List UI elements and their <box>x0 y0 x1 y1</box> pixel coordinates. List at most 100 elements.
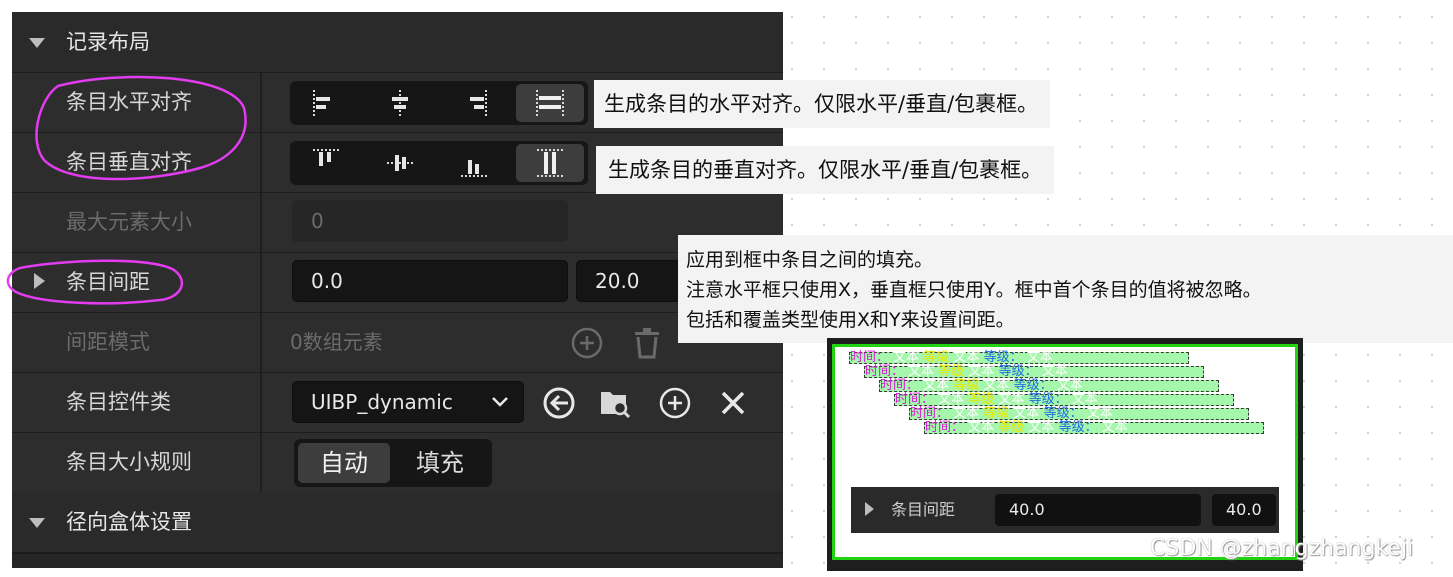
preview-item-text: 时间： <box>865 364 905 379</box>
preview-item: 时间： 文本 等级 文本 等级： 文本 <box>909 406 1249 421</box>
fill-vertical-icon <box>537 149 563 177</box>
example-spacing-x-input[interactable]: 40.0 <box>995 494 1201 526</box>
preview-item-text: 文本 <box>964 420 999 435</box>
preview-item: 时间： 文本 等级 文本 等级： 文本 <box>924 420 1264 435</box>
category-header-layout[interactable]: 记录布局 <box>12 12 783 73</box>
align-fill-vertical-button[interactable] <box>516 144 584 182</box>
align-fill-horizontal-button[interactable] <box>516 84 584 122</box>
preview-item-text: 文本 <box>1037 364 1068 379</box>
preview-item-text: 等级 <box>998 420 1025 435</box>
preview-item-text: 等级 <box>923 350 950 365</box>
align-left-icon <box>313 90 330 116</box>
spacing-x-input[interactable]: 0.0 <box>292 260 568 302</box>
use-selected-arrow-icon <box>543 387 575 419</box>
row-label: 条目垂直对齐 <box>66 150 192 174</box>
preview-item-text: 文本 <box>1097 420 1128 435</box>
align-right-button[interactable] <box>440 84 508 122</box>
preview-item-text: 等级 <box>968 392 995 407</box>
widget-class-value: UIBP_dynamic <box>311 390 453 414</box>
category-header-radial-box[interactable]: 径向盒体设置 <box>12 492 783 553</box>
expand-arrow-icon[interactable] <box>865 502 874 516</box>
row-label: 条目大小规则 <box>66 450 192 474</box>
plus-circle-icon <box>659 387 691 419</box>
preview-item: 时间： 文本 等级 文本 等级： 文本 <box>864 364 1204 379</box>
fill-horizontal-icon <box>536 90 564 116</box>
clear-array-button[interactable] <box>630 326 664 360</box>
chevron-down-icon <box>492 397 508 407</box>
array-count-text: 0数组元素 <box>290 330 383 354</box>
trash-icon <box>635 328 659 359</box>
preview-item: 时间： 文本 等级 文本 等级： 文本 <box>879 378 1219 393</box>
max-size-input[interactable]: 0 <box>292 200 568 242</box>
preview-item-text: 文本 <box>979 378 1014 393</box>
preview-item-text: 文本 <box>1009 406 1044 421</box>
plus-circle-icon <box>571 327 603 359</box>
wrap-box-preview: 时间： 文本 等级 文本 等级： 文本 时间： 文本 等级 文本 等级： 文本 时间… <box>832 344 1298 560</box>
preview-item-text: 等级 <box>953 378 980 393</box>
preview-item-text: 等级： <box>1043 406 1083 421</box>
example-spacing-y-input[interactable]: 40.0 <box>1212 494 1276 526</box>
preview-item-text: 时间： <box>895 392 935 407</box>
preview-item-text: 文本 <box>889 350 924 365</box>
row-item-widget-class: 条目控件类 UIBP_dynamic <box>12 372 783 433</box>
browse-asset-button[interactable] <box>598 386 632 420</box>
preview-item-text: 时间： <box>880 378 920 393</box>
spacing-y-value: 20.0 <box>595 269 640 293</box>
add-element-button[interactable] <box>570 326 604 360</box>
preview-item: 时间： 文本 等级 文本 等级： 文本 <box>894 392 1234 407</box>
example-spacing-row: 条目间距 40.0 40.0 <box>851 487 1279 533</box>
row-label: 最大元素大小 <box>66 210 192 234</box>
example-spacing-x-value: 40.0 <box>1009 500 1045 519</box>
category-title: 记录布局 <box>66 30 150 54</box>
preview-item-text: 等级： <box>1013 378 1053 393</box>
tooltip-line: 注意水平框只使用X，垂直框只使用Y。框中首个条目的值将被忽略。 <box>686 279 1262 301</box>
vertical-alignment-group <box>290 141 588 185</box>
align-middle-button[interactable] <box>366 144 434 182</box>
preview-item-text: 等级： <box>1028 392 1068 407</box>
row-max-element-size: 最大元素大小 0 <box>12 192 783 253</box>
preview-item-text: 等级： <box>983 350 1023 365</box>
collapse-arrow-icon[interactable] <box>29 38 45 48</box>
row-item-size-rule: 条目大小规则 自动 填充 <box>12 432 783 493</box>
align-top-button[interactable] <box>292 144 360 182</box>
clear-button[interactable] <box>716 386 750 420</box>
horizontal-alignment-group <box>290 81 588 125</box>
collapse-arrow-icon[interactable] <box>29 518 45 528</box>
expand-arrow-icon[interactable] <box>34 273 45 289</box>
example-spacing-y-value: 40.0 <box>1226 500 1262 519</box>
preview-item-text: 文本 <box>949 406 984 421</box>
create-asset-button[interactable] <box>658 386 692 420</box>
tooltip-line: 应用到框中条目之间的填充。 <box>686 249 934 271</box>
widget-class-dropdown[interactable]: UIBP_dynamic <box>292 381 524 423</box>
row-label: 条目控件类 <box>66 390 171 414</box>
size-rule-toggle: 自动 填充 <box>294 439 492 487</box>
align-center-icon <box>392 90 408 116</box>
align-left-button[interactable] <box>292 84 360 122</box>
tooltip-line: 包括和覆盖类型使用X和Y来设置间距。 <box>686 309 1015 331</box>
preview-item-text: 文本 <box>1024 420 1059 435</box>
align-middle-icon <box>387 155 413 171</box>
preview-item-text: 等级： <box>998 364 1038 379</box>
use-selected-button[interactable] <box>542 386 576 420</box>
close-icon <box>721 391 745 415</box>
preview-item-text: 文本 <box>964 364 999 379</box>
preview-item-text: 文本 <box>904 364 939 379</box>
preview-item-text: 等级： <box>1058 420 1098 435</box>
preview-item-text: 等级 <box>983 406 1010 421</box>
preview-item-text: 文本 <box>994 392 1029 407</box>
example-spacing-label: 条目间距 <box>891 500 956 519</box>
align-center-button[interactable] <box>366 84 434 122</box>
align-bottom-button[interactable] <box>440 144 508 182</box>
size-rule-auto-option[interactable]: 自动 <box>298 443 390 483</box>
watermark: CSDN @zhangzhangkeji <box>1150 536 1414 561</box>
preview-item-text: 等级 <box>938 364 965 379</box>
preview-item-text: 文本 <box>1052 378 1083 393</box>
row-label: 条目间距 <box>66 270 150 294</box>
align-right-icon <box>470 90 487 116</box>
preview-item-text: 文本 <box>949 350 984 365</box>
tooltip-vertical-alignment: 生成条目的垂直对齐。仅限水平/垂直/包裹框。 <box>596 146 1055 194</box>
spacing-x-value: 0.0 <box>311 269 343 293</box>
preview-item-text: 文本 <box>1067 392 1098 407</box>
size-rule-fill-option[interactable]: 填充 <box>394 443 486 483</box>
preview-item-text: 文本 <box>1082 406 1113 421</box>
